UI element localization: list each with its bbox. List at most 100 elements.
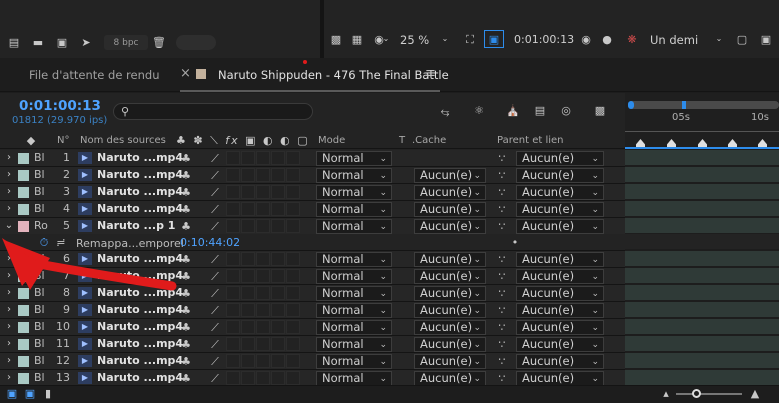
- comp-timecode[interactable]: 0:01:00:13: [19, 98, 101, 114]
- expand-arrow-icon[interactable]: ›: [4, 338, 14, 350]
- fx-switch[interactable]: [226, 252, 240, 266]
- mode-dropdown[interactable]: Normal ⌄: [316, 371, 392, 386]
- motion-blur-switch[interactable]: [256, 185, 270, 199]
- parent-dropdown[interactable]: Aucun(e) ⌄: [516, 168, 604, 183]
- work-area-start-handle[interactable]: [628, 101, 634, 109]
- toggle-grid-icon[interactable]: ▣: [758, 32, 774, 46]
- timeline-layer-bar[interactable]: [625, 353, 779, 369]
- parent-dropdown[interactable]: Aucun(e) ⌄: [516, 286, 604, 301]
- frame-blend-switch[interactable]: [241, 219, 255, 233]
- parent-dropdown[interactable]: Aucun(e) ⌄: [516, 219, 604, 234]
- viewer-menu-icon[interactable]: ▦: [350, 32, 364, 46]
- timeline-layer-bar[interactable]: [625, 167, 779, 183]
- frame-blend-switch[interactable]: [241, 320, 255, 334]
- motion-blur-icon[interactable]: ◎: [557, 102, 575, 118]
- adjustment-switch[interactable]: [271, 371, 285, 385]
- fx-switch[interactable]: [226, 354, 240, 368]
- shy-switch-icon[interactable]: ♣: [180, 152, 192, 164]
- frame-blending-icon[interactable]: ▤: [531, 102, 549, 118]
- timeline-layer-bar[interactable]: [625, 336, 779, 352]
- mode-dropdown[interactable]: Normal ⌄: [316, 337, 392, 352]
- zoom-slider-knob[interactable]: [692, 389, 701, 398]
- motion-blur-switch[interactable]: [256, 337, 270, 351]
- label-color-swatch[interactable]: [18, 339, 29, 350]
- comp-mini-flowchart-icon[interactable]: ⥃: [436, 104, 454, 118]
- adjustment-switch[interactable]: [271, 202, 285, 216]
- track-matte-dropdown[interactable]: Aucun(e) ⌄: [414, 269, 486, 284]
- motion-blur-switch[interactable]: [256, 320, 270, 334]
- shy-switch-icon[interactable]: ♣: [180, 355, 192, 367]
- track-matte-dropdown[interactable]: Aucun(e) ⌄: [414, 354, 486, 369]
- mode-dropdown[interactable]: Normal ⌄: [316, 185, 392, 200]
- layer-source-name[interactable]: Naruto ...mp4: [97, 353, 183, 369]
- 3d-switch[interactable]: [286, 286, 300, 300]
- label-color-swatch[interactable]: [18, 322, 29, 333]
- fx-switch[interactable]: [226, 320, 240, 334]
- fx-switch[interactable]: [226, 303, 240, 317]
- zoom-dropdown-chevron-icon[interactable]: ⌄: [440, 33, 450, 45]
- quality-switch-icon[interactable]: ⟋: [209, 169, 221, 181]
- layer-source-name[interactable]: Naruto ...mp4: [97, 167, 183, 183]
- 3d-switch[interactable]: [286, 320, 300, 334]
- parent-dropdown[interactable]: Aucun(e) ⌄: [516, 303, 604, 318]
- parent-dropdown[interactable]: Aucun(e) ⌄: [516, 371, 604, 386]
- shy-switch-icon[interactable]: ♣: [180, 186, 192, 198]
- adjustment-switch[interactable]: [271, 303, 285, 317]
- frame-blend-switch[interactable]: [241, 303, 255, 317]
- mode-dropdown[interactable]: Normal ⌄: [316, 252, 392, 267]
- mode-dropdown[interactable]: Normal ⌄: [316, 202, 392, 217]
- zoom-out-icon[interactable]: ▴: [660, 387, 672, 400]
- label-color-swatch[interactable]: [18, 187, 29, 198]
- label-color-swatch[interactable]: [18, 356, 29, 367]
- parent-dropdown[interactable]: Aucun(e) ⌄: [516, 151, 604, 166]
- mode-dropdown[interactable]: Normal ⌄: [316, 219, 392, 234]
- adjustment-switch[interactable]: [271, 354, 285, 368]
- parent-dropdown[interactable]: Aucun(e) ⌄: [516, 252, 604, 267]
- snapshot-icon[interactable]: ◉: [578, 32, 594, 46]
- bpc-button[interactable]: 8 bpc: [104, 35, 148, 50]
- playhead-marker[interactable]: [682, 101, 686, 109]
- track-matte-dropdown[interactable]: Aucun(e) ⌄: [414, 168, 486, 183]
- track-matte-dropdown[interactable]: Aucun(e) ⌄: [414, 320, 486, 335]
- render-queue-icon[interactable]: ➤: [78, 35, 94, 49]
- timeline-layer-bar[interactable]: [625, 268, 779, 284]
- timeline-layer-bar[interactable]: [625, 218, 779, 234]
- 3d-switch[interactable]: [286, 337, 300, 351]
- frame-blend-switch[interactable]: [241, 252, 255, 266]
- parent-dropdown[interactable]: Aucun(e) ⌄: [516, 354, 604, 369]
- track-matte-dropdown[interactable]: Aucun(e) ⌄: [414, 202, 486, 217]
- expand-arrow-icon[interactable]: ›: [4, 169, 14, 181]
- expand-arrow-icon[interactable]: ›: [4, 152, 14, 164]
- parent-pickwhip-icon[interactable]: ∵: [496, 152, 508, 164]
- frame-blend-switch[interactable]: [241, 354, 255, 368]
- layer-source-name[interactable]: Naruto ...mp4: [97, 336, 183, 352]
- layer-row[interactable]: › Bl 3 ▶ Naruto ...mp4 ♣ ⟋ Normal ⌄ Aucun(e) ⌄ ∵ Auc…: [0, 184, 625, 201]
- quality-switch-icon[interactable]: ⟋: [209, 338, 221, 350]
- layer-source-name[interactable]: Naruto ...mp4: [97, 370, 183, 386]
- shy-switch-icon[interactable]: ♣: [180, 372, 192, 384]
- 3d-switch[interactable]: [286, 151, 300, 165]
- parent-pickwhip-icon[interactable]: ∵: [496, 203, 508, 215]
- new-composition-icon[interactable]: ▣: [54, 35, 70, 49]
- tab-composition[interactable]: Naruto Shippuden - 476 The Final Battle: [218, 68, 449, 82]
- fx-switch[interactable]: [226, 202, 240, 216]
- 3d-switch[interactable]: [286, 219, 300, 233]
- fx-switch[interactable]: [226, 337, 240, 351]
- timeline-layer-bar[interactable]: [625, 150, 779, 166]
- adjustment-switch[interactable]: [271, 252, 285, 266]
- motion-blur-switch[interactable]: [256, 151, 270, 165]
- expand-arrow-icon[interactable]: ›: [4, 355, 14, 367]
- mode-dropdown[interactable]: Normal ⌄: [316, 151, 392, 166]
- adjustment-switch[interactable]: [271, 320, 285, 334]
- track-matte-dropdown[interactable]: Aucun(e) ⌄: [414, 371, 486, 386]
- parent-dropdown[interactable]: Aucun(e) ⌄: [516, 337, 604, 352]
- mode-dropdown[interactable]: Normal ⌄: [316, 269, 392, 284]
- parent-pickwhip-icon[interactable]: ∵: [496, 270, 508, 282]
- motion-blur-switch[interactable]: [256, 303, 270, 317]
- frame-blend-switch[interactable]: [241, 286, 255, 300]
- parent-pickwhip-icon[interactable]: ∵: [496, 169, 508, 181]
- label-color-swatch[interactable]: [18, 170, 29, 181]
- zoom-in-icon[interactable]: ▲: [748, 387, 762, 400]
- trash-icon[interactable]: 🗑: [152, 35, 166, 49]
- in-out-toggle-icon[interactable]: ▮: [42, 387, 54, 400]
